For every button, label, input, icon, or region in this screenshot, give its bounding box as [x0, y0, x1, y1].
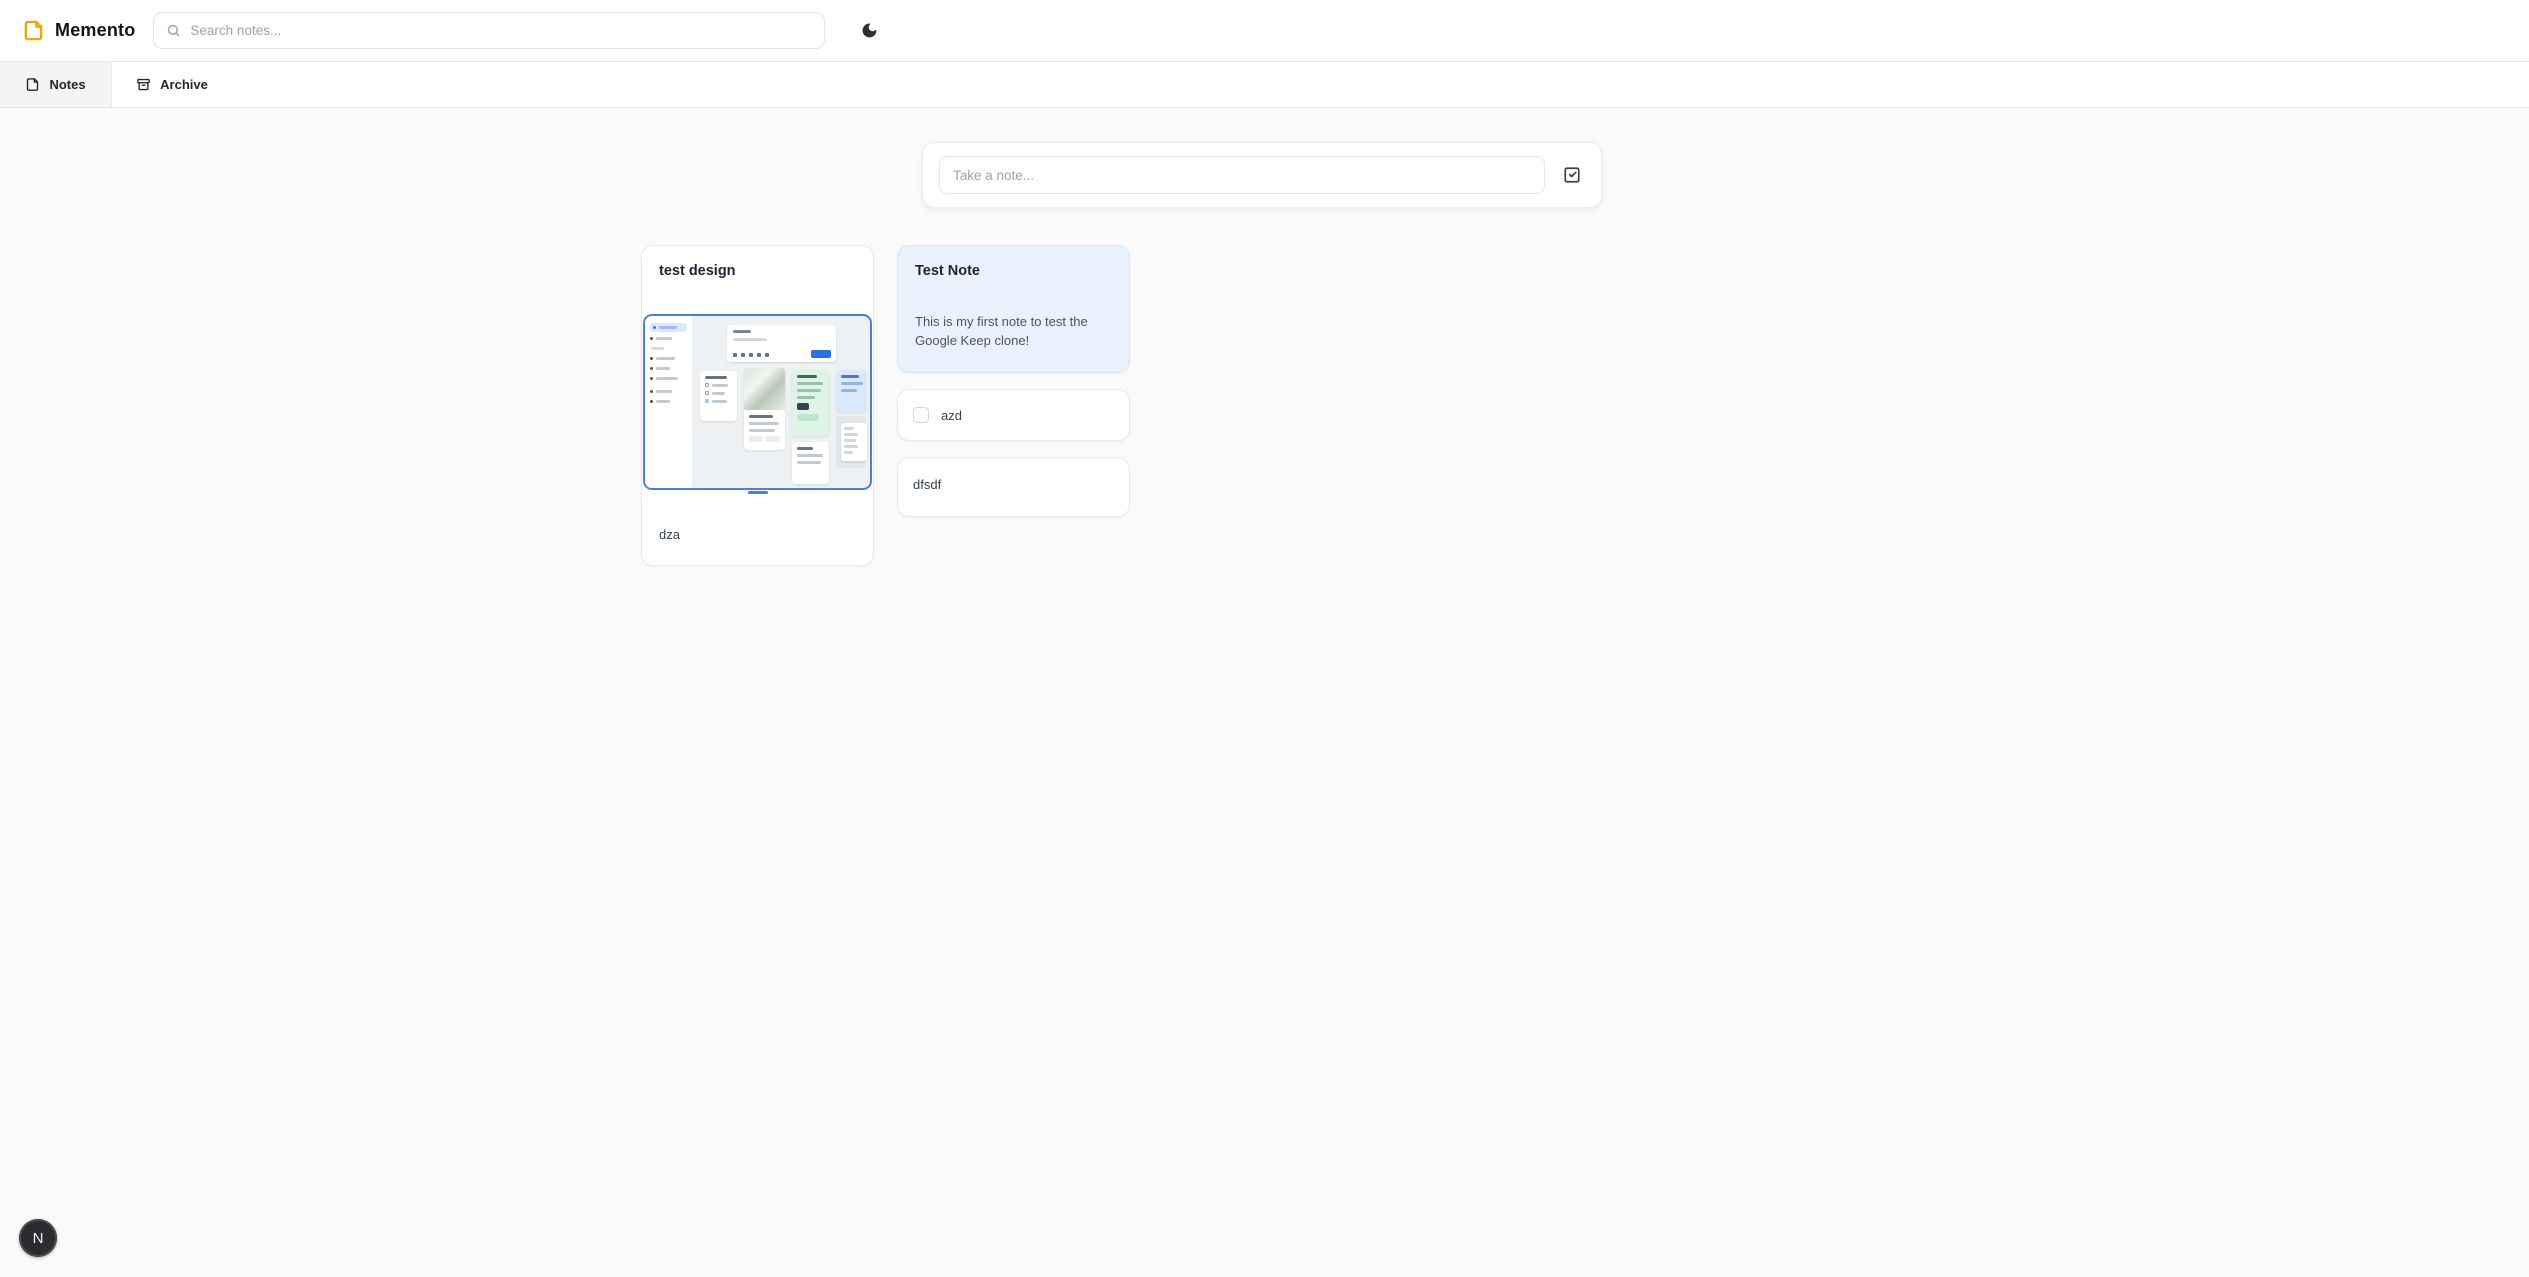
- file-icon: [25, 77, 40, 92]
- thumb-main-area: [693, 316, 870, 488]
- take-a-note-input[interactable]: [939, 156, 1545, 194]
- view-tabs: Notes Archive: [0, 62, 2529, 108]
- dark-mode-toggle[interactable]: [853, 15, 885, 47]
- archive-icon: [136, 77, 151, 92]
- new-checklist-button[interactable]: [1561, 164, 1583, 186]
- thumb-blue-card: [836, 370, 866, 412]
- app-title: Memento: [55, 20, 135, 41]
- app-header: Memento: [0, 0, 2529, 62]
- note-image-thumbnail: [643, 314, 872, 490]
- thumb-compose-box: [727, 325, 837, 362]
- thumb-checklist-card: [700, 371, 737, 421]
- app-logo: Memento: [22, 19, 135, 42]
- note-card-dfsdf[interactable]: dfsdf: [897, 457, 1130, 517]
- note-logo-icon: [22, 19, 45, 42]
- grid-column-1: test design: [641, 245, 874, 566]
- notes-grid: test design: [641, 245, 1130, 566]
- moon-icon: [861, 22, 878, 39]
- thumb-photo: [744, 368, 785, 410]
- note-title: test design: [642, 246, 873, 279]
- tab-archive-label: Archive: [160, 77, 208, 92]
- note-card-test-note[interactable]: Test Note This is my first note to test …: [897, 245, 1130, 373]
- note-card-test-design[interactable]: test design: [641, 245, 874, 566]
- search-bar[interactable]: [153, 12, 825, 49]
- tab-archive[interactable]: Archive: [112, 62, 232, 107]
- note-title: Test Note: [915, 263, 1112, 279]
- grid-column-2: Test Note This is my first note to test …: [897, 245, 1130, 517]
- search-input[interactable]: [190, 23, 812, 38]
- avatar-initial: N: [33, 1230, 44, 1247]
- thumb-nav-item-active: [650, 323, 687, 332]
- note-card-azd[interactable]: azd: [897, 389, 1130, 441]
- user-avatar[interactable]: N: [19, 1219, 57, 1257]
- thumb-save-button: [811, 350, 831, 358]
- search-icon: [166, 23, 181, 38]
- thumb-green-card: [792, 370, 829, 436]
- thumb-phone-card: [836, 416, 866, 468]
- note-body: dza: [642, 527, 873, 565]
- tab-notes[interactable]: Notes: [0, 62, 112, 107]
- tab-notes-label: Notes: [49, 77, 85, 92]
- thumb-photo-card: [744, 368, 785, 450]
- thumb-bottom-accent: [748, 491, 768, 494]
- thumb-white-card: [792, 442, 829, 484]
- checklist-icon: [1563, 166, 1581, 184]
- note-body: dfsdf: [913, 475, 1114, 494]
- note-body: This is my first note to test the Google…: [915, 312, 1112, 350]
- checklist-checkbox[interactable]: [913, 407, 929, 423]
- note-composer: [922, 142, 1602, 208]
- checklist-item-label: azd: [941, 408, 962, 423]
- thumb-sidebar: [645, 316, 693, 488]
